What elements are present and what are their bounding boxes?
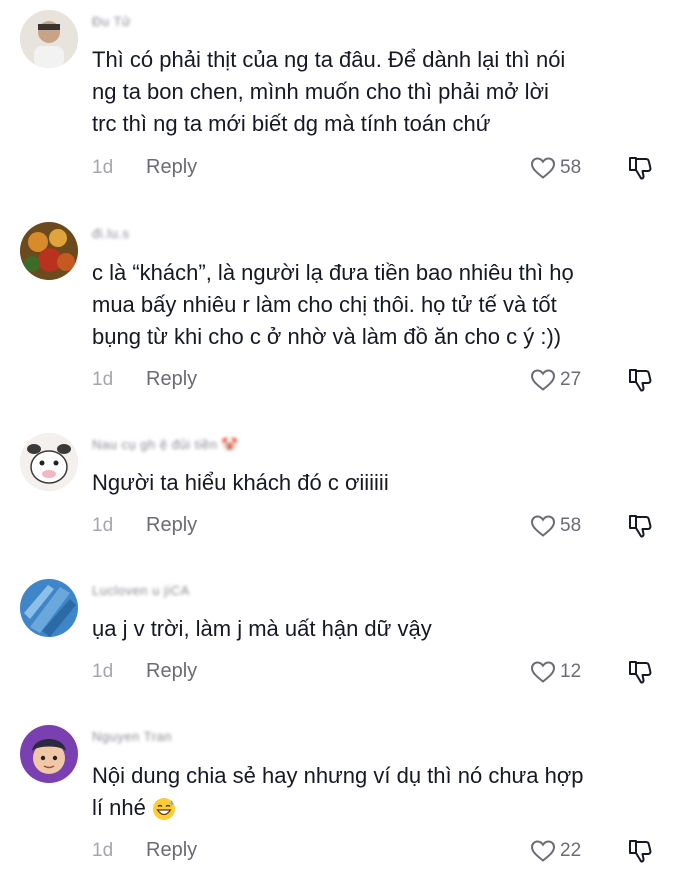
reply-button[interactable]: Reply: [146, 513, 197, 537]
heart-outline-icon: [530, 840, 556, 862]
comment-time: 1d: [92, 369, 114, 390]
comment-time: 1d: [92, 840, 114, 861]
thumbs-down-icon: [629, 369, 652, 392]
thumbs-down-icon: [629, 840, 652, 863]
username[interactable]: đi.lu.s: [92, 226, 129, 242]
avatar[interactable]: [20, 222, 78, 280]
comment-text: c là “khách”, là người lạ đưa tiền bao n…: [92, 260, 574, 349]
like-count: 58: [560, 515, 582, 536]
like-button[interactable]: 22: [530, 838, 581, 864]
comment-time: 1d: [92, 515, 114, 536]
heart-outline-icon: [530, 515, 556, 537]
thumbs-down-icon: [629, 661, 652, 684]
username[interactable]: Nau cụ gh ệ đủi tiền 🤡: [92, 437, 238, 453]
reply-button[interactable]: Reply: [146, 659, 197, 683]
reply-button[interactable]: Reply: [146, 155, 197, 179]
comment-text: Thì có phải thịt của ng ta đâu. Để dành …: [92, 47, 566, 136]
like-count: 12: [560, 661, 582, 682]
dislike-button[interactable]: [627, 367, 653, 393]
thumbs-down-icon: [629, 157, 652, 180]
heart-outline-icon: [530, 157, 556, 179]
like-button[interactable]: 12: [530, 659, 581, 685]
like-count: 58: [560, 157, 582, 178]
avatar[interactable]: [20, 579, 78, 637]
grinning-sweat-emoji-icon: [152, 798, 175, 821]
avatar[interactable]: [20, 433, 78, 491]
heart-outline-icon: [530, 369, 556, 391]
dislike-button[interactable]: [627, 838, 653, 864]
comment-text: ụa j v trời, làm j mà uất hận dữ vậy: [92, 616, 432, 641]
username[interactable]: Đu Tử: [92, 14, 131, 30]
avatar[interactable]: [20, 10, 78, 68]
username[interactable]: Lucloven u jiCA: [92, 583, 190, 599]
comment-time: 1d: [92, 661, 114, 682]
like-count: 27: [560, 369, 582, 390]
username[interactable]: Nguyen Tran: [92, 729, 172, 745]
comment-text: Nội dung chia sẻ hay nhưng ví dụ thì nó …: [92, 760, 662, 824]
dislike-button[interactable]: [627, 513, 653, 539]
comment-time: 1d: [92, 157, 114, 178]
like-button[interactable]: 58: [530, 513, 581, 539]
reply-button[interactable]: Reply: [146, 367, 197, 391]
like-count: 22: [560, 840, 582, 861]
dislike-button[interactable]: [627, 155, 653, 181]
avatar[interactable]: [20, 725, 78, 783]
reply-button[interactable]: Reply: [146, 838, 197, 862]
dislike-button[interactable]: [627, 659, 653, 685]
comment-text: Người ta hiểu khách đó c ơiiiiii: [92, 470, 389, 495]
heart-outline-icon: [530, 661, 556, 683]
like-button[interactable]: 27: [530, 367, 581, 393]
like-button[interactable]: 58: [530, 155, 581, 181]
thumbs-down-icon: [629, 515, 652, 538]
